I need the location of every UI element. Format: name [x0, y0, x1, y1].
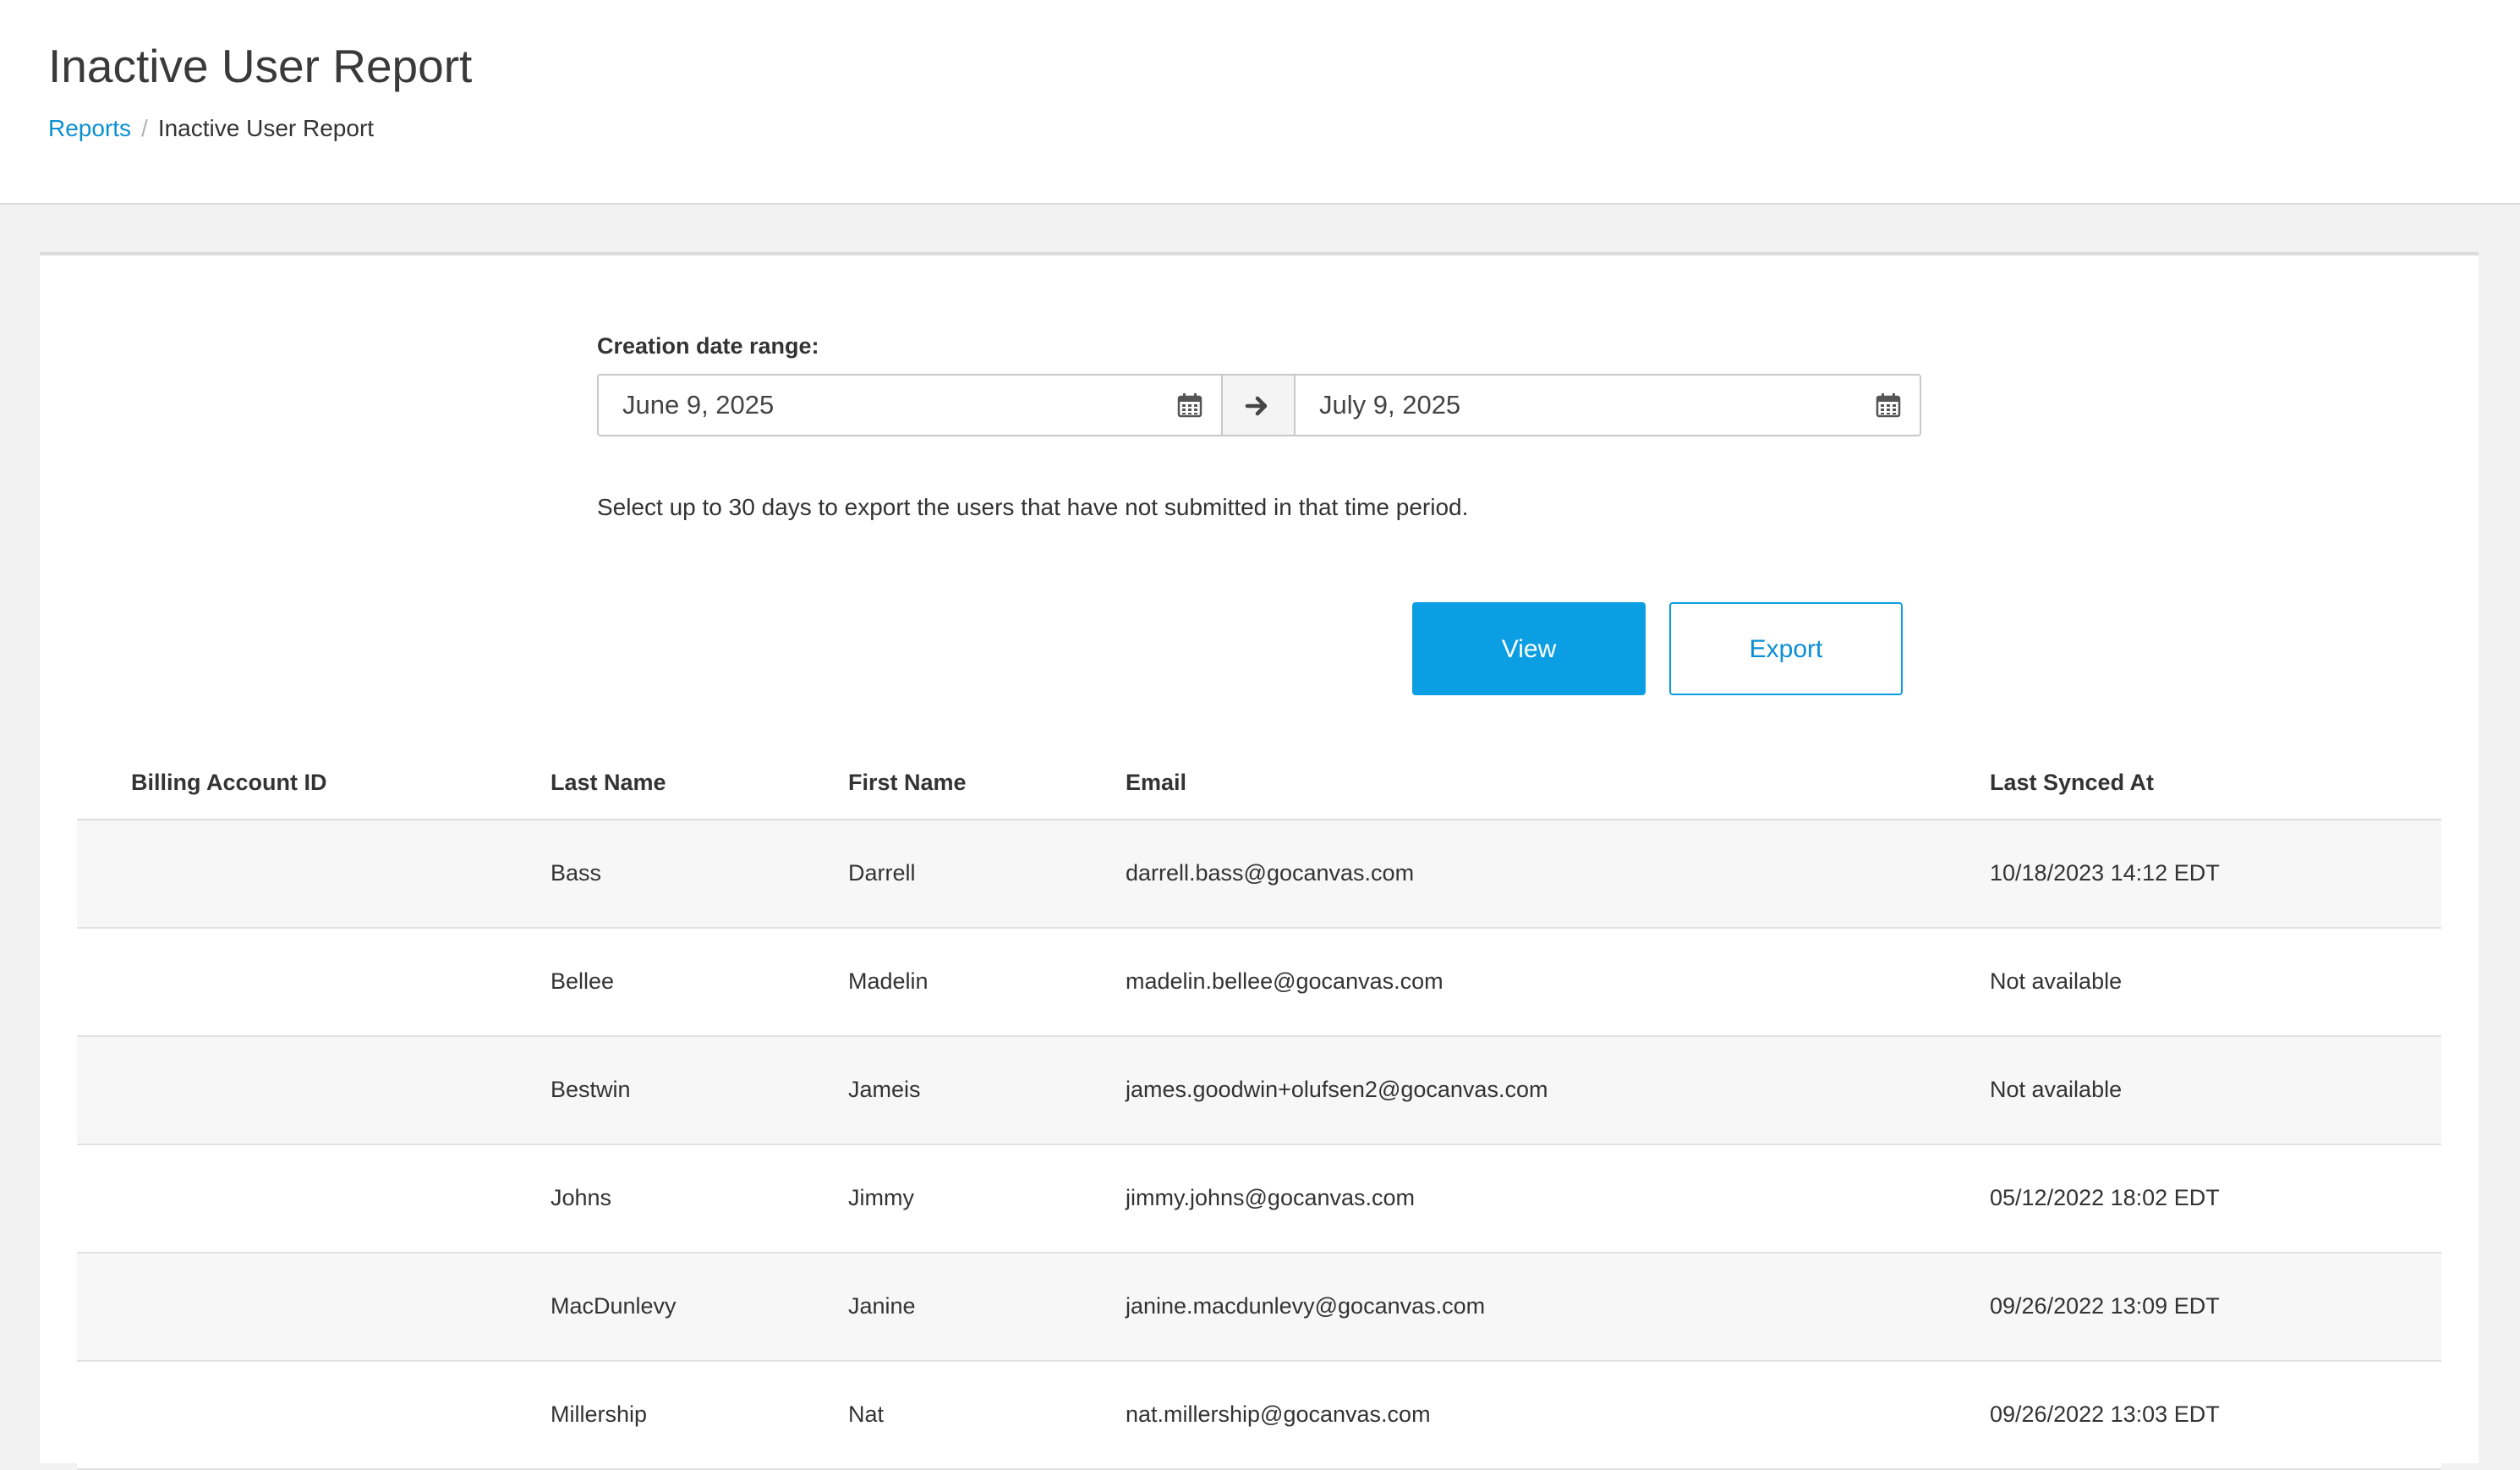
date-range-separator — [1223, 374, 1294, 436]
breadcrumb-separator: / — [141, 115, 148, 141]
email-cell: james.goodwin+olufsen2@gocanvas.com — [1126, 1077, 1548, 1102]
last-name-cell: Johns — [551, 1185, 612, 1210]
last-name-cell: MacDunlevy — [551, 1293, 677, 1319]
last-name-cell: Millership — [551, 1401, 648, 1427]
column-header-last-synced-at[interactable]: Last Synced At — [1990, 753, 2154, 812]
start-date-value: June 9, 2025 — [622, 390, 775, 420]
last-name-cell: Bestwin — [551, 1077, 631, 1102]
inactive-users-table: Billing Account ID Last Name First Name … — [77, 753, 2441, 1470]
last-synced-cell: 09/26/2022 13:09 EDT — [1990, 1293, 2220, 1319]
email-cell: nat.millership@gocanvas.com — [1126, 1401, 1431, 1427]
first-name-cell: Nat — [848, 1401, 885, 1427]
email-cell: madelin.bellee@gocanvas.com — [1126, 968, 1444, 994]
breadcrumb-reports-link[interactable]: Reports — [48, 115, 131, 141]
first-name-cell: Jameis — [848, 1077, 921, 1102]
last-name-cell: Bellee — [551, 968, 615, 994]
last-synced-cell: 09/26/2022 13:03 EDT — [1990, 1401, 2220, 1427]
page-title: Inactive User Report — [48, 40, 473, 92]
end-date-field[interactable]: July 9, 2025 — [1294, 374, 1921, 436]
column-header-billing-account-id[interactable]: Billing Account ID — [131, 753, 327, 812]
table-row: Johns Jimmy jimmy.johns@gocanvas.com 05/… — [77, 1145, 2441, 1253]
end-date-value: July 9, 2025 — [1319, 390, 1461, 420]
column-header-first-name[interactable]: First Name — [848, 753, 967, 812]
date-range-picker: June 9, 2025 July 9, 2025 — [597, 374, 1921, 436]
date-range-label: Creation date range: — [597, 333, 819, 359]
date-range-help-text: Select up to 30 days to export the users… — [597, 494, 1469, 520]
last-synced-cell: 05/12/2022 18:02 EDT — [1990, 1185, 2220, 1210]
calendar-icon[interactable] — [1177, 392, 1202, 418]
first-name-cell: Madelin — [848, 968, 929, 994]
column-header-last-name[interactable]: Last Name — [551, 753, 666, 812]
breadcrumb-current: Inactive User Report — [157, 115, 375, 141]
export-button[interactable]: Export — [1669, 602, 1903, 695]
calendar-icon[interactable] — [1876, 392, 1901, 418]
email-cell: jimmy.johns@gocanvas.com — [1126, 1185, 1416, 1210]
last-synced-cell: 10/18/2023 14:12 EDT — [1990, 860, 2220, 886]
email-cell: janine.macdunlevy@gocanvas.com — [1126, 1293, 1486, 1319]
page-header: Inactive User Report Reports / Inactive Us… — [0, 0, 2520, 205]
table-row: Bestwin Jameis james.goodwin+olufsen2@go… — [77, 1037, 2441, 1145]
table-row: Millership Nat nat.millership@gocanvas.c… — [77, 1362, 2441, 1470]
table-row: Bellee Madelin madelin.bellee@gocanvas.c… — [77, 929, 2441, 1037]
breadcrumb: Reports / Inactive User Report — [48, 113, 374, 144]
last-synced-cell: Not available — [1990, 968, 2123, 994]
report-card: Creation date range: June 9, 2025 July 9… — [40, 252, 2479, 1470]
arrow-right-icon — [1245, 396, 1268, 416]
table-header: Billing Account ID Last Name First Name … — [77, 753, 2441, 820]
first-name-cell: Darrell — [848, 860, 916, 886]
last-synced-cell: Not available — [1990, 1077, 2123, 1102]
last-name-cell: Bass — [551, 860, 602, 886]
column-header-email[interactable]: Email — [1126, 753, 1186, 812]
table-row: MacDunlevy Janine janine.macdunlevy@goca… — [77, 1253, 2441, 1362]
view-button[interactable]: View — [1412, 602, 1646, 695]
first-name-cell: Janine — [848, 1293, 916, 1319]
email-cell: darrell.bass@gocanvas.com — [1126, 860, 1415, 886]
start-date-field[interactable]: June 9, 2025 — [597, 374, 1223, 436]
table-row: Bass Darrell darrell.bass@gocanvas.com 1… — [77, 820, 2441, 929]
first-name-cell: Jimmy — [848, 1185, 914, 1210]
